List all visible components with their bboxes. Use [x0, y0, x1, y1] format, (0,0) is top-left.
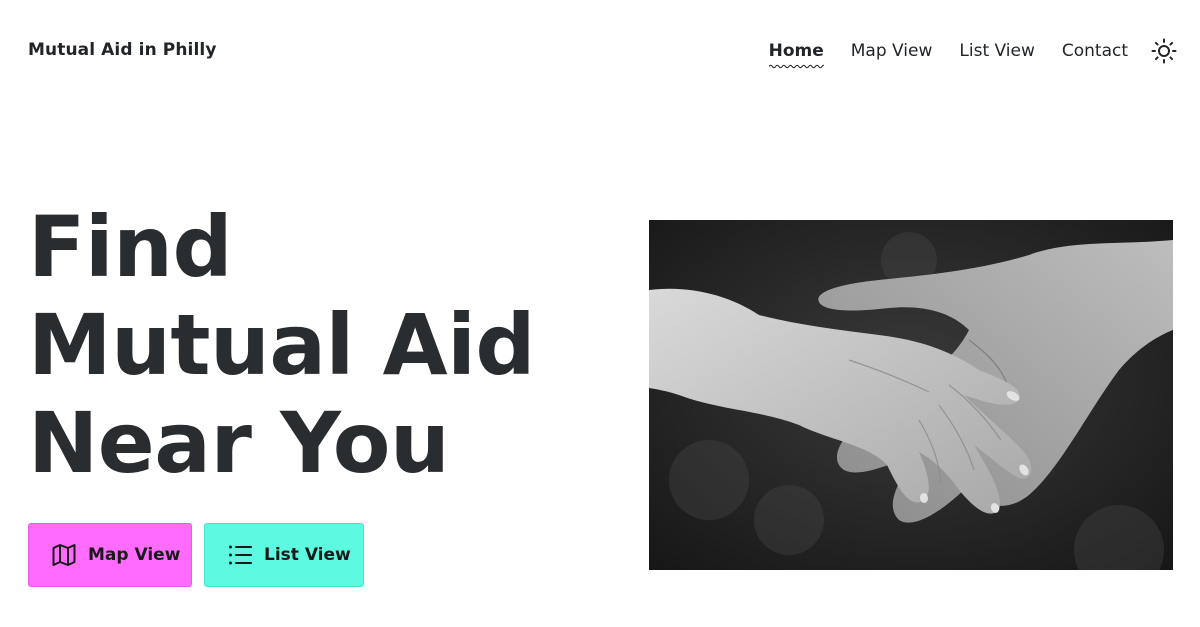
nav-home[interactable]: Home — [768, 41, 824, 69]
list-view-button-label: List View — [264, 545, 351, 565]
page: Mutual Aid in Philly Home Map View List … — [0, 0, 1200, 627]
hero-title-line: Find — [28, 198, 233, 296]
list-icon — [227, 542, 253, 568]
theme-toggle-button[interactable] — [1150, 37, 1178, 65]
map-icon — [51, 542, 77, 568]
list-view-button[interactable]: List View — [204, 523, 364, 587]
holding-hands-photo — [649, 220, 1173, 570]
hero-title-line: Mutual Aid — [28, 296, 536, 394]
map-view-button[interactable]: Map View — [28, 523, 192, 587]
active-underline-squiggle — [768, 64, 824, 69]
map-view-button-label: Map View — [88, 545, 181, 565]
sun-icon — [1151, 38, 1177, 64]
nav-map-view[interactable]: Map View — [851, 41, 933, 61]
hero-title-line: Near You — [28, 394, 450, 492]
site-title[interactable]: Mutual Aid in Philly — [28, 40, 217, 60]
hero-title: Find Mutual Aid Near You — [28, 198, 536, 492]
nav-home-label: Home — [768, 41, 824, 61]
nav-list-view[interactable]: List View — [959, 41, 1034, 61]
nav-contact[interactable]: Contact — [1062, 41, 1128, 61]
main-nav: Home Map View List View Contact — [742, 34, 1178, 69]
